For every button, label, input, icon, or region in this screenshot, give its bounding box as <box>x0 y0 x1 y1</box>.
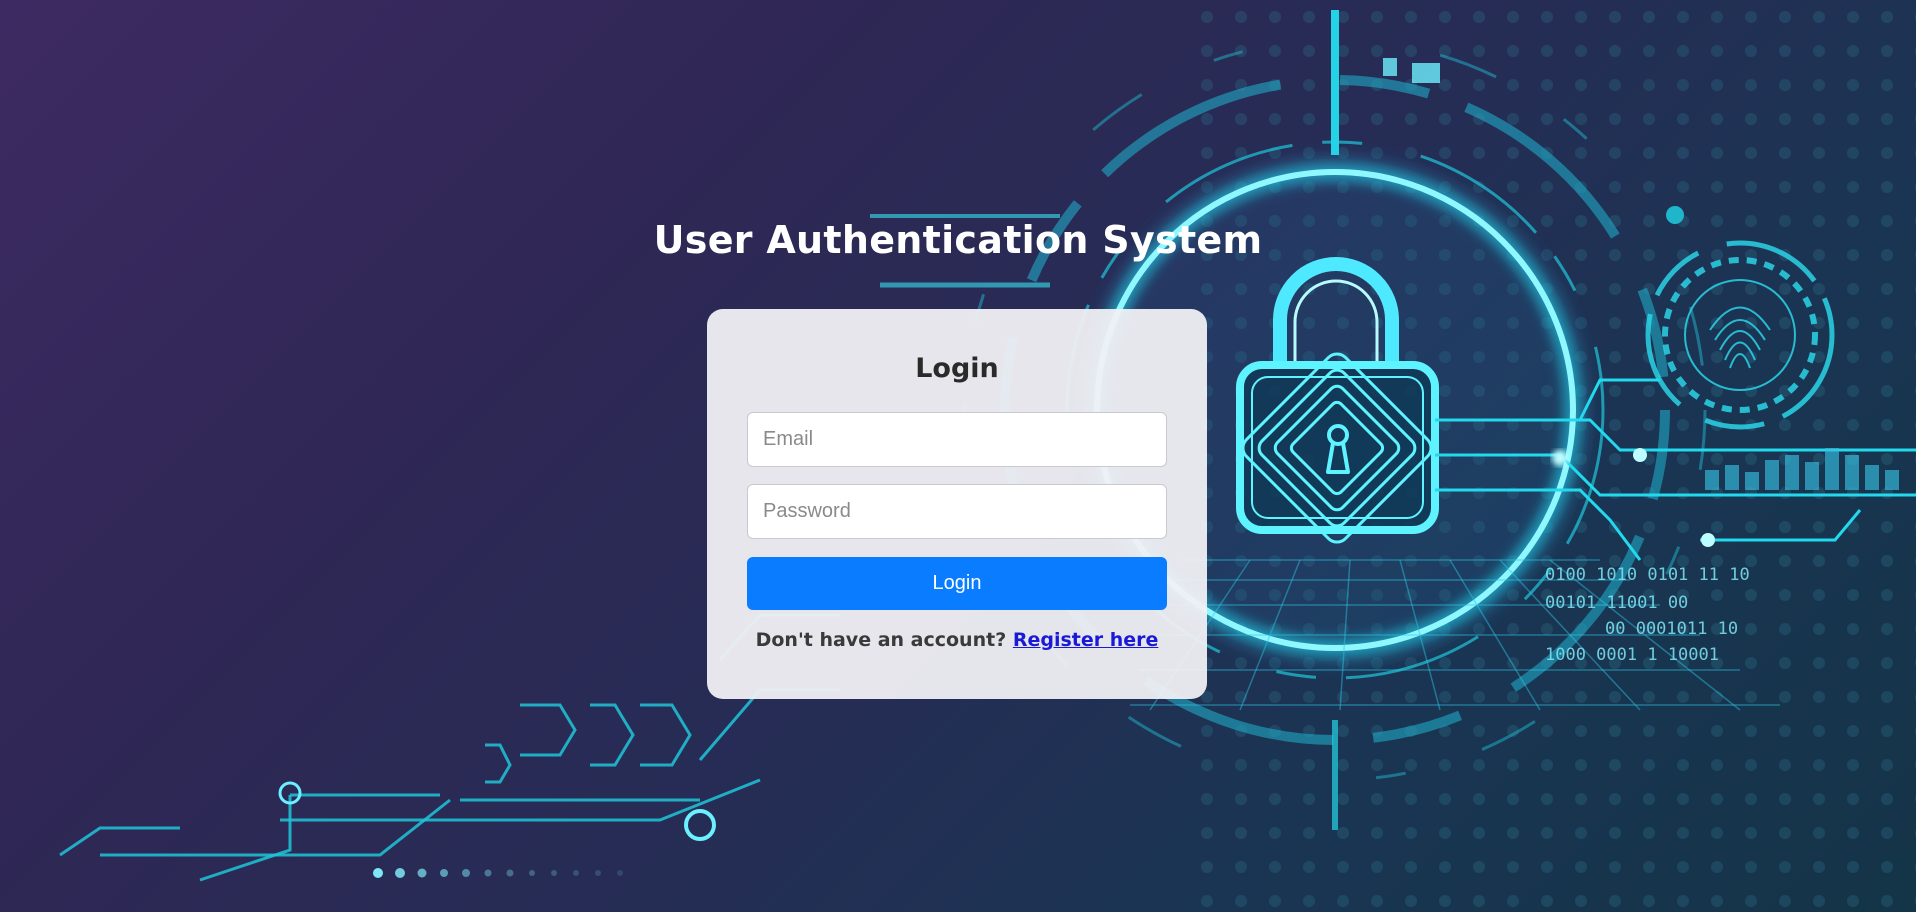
binary-line-2: 00101 11001 00 <box>1545 593 1688 613</box>
progress-dots <box>373 868 623 878</box>
binary-line-1: 0100 1010 0101 11 10 <box>1545 565 1750 585</box>
login-heading: Login <box>915 353 999 384</box>
email-input[interactable] <box>747 412 1167 467</box>
register-link[interactable]: Register here <box>1013 629 1159 651</box>
login-button[interactable]: Login <box>747 557 1167 610</box>
register-prompt-text: Don't have an account? <box>755 629 1007 651</box>
login-card: Login Login Don't have an account? Regis… <box>707 309 1207 699</box>
register-prompt-line: Don't have an account? Register here <box>747 629 1167 651</box>
binary-line-3: 00 0001011 10 <box>1605 619 1738 639</box>
password-input[interactable] <box>747 484 1167 539</box>
page-title: User Authentication System <box>653 218 1263 262</box>
binary-line-4: 1000 0001 1 10001 <box>1545 645 1719 665</box>
login-page: 0100 1010 0101 11 10 00101 11001 00 00 0… <box>0 0 1916 912</box>
